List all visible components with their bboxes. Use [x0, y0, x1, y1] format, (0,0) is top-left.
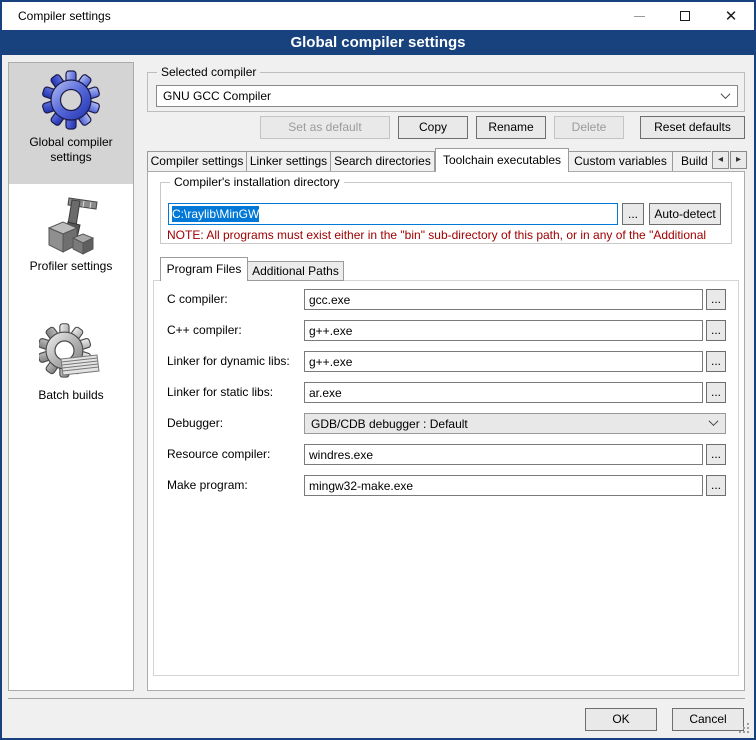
tab-scroll-right-icon: ▸: [736, 154, 741, 165]
auto-detect-button[interactable]: Auto-detect: [649, 203, 721, 225]
footer-divider: [8, 698, 745, 699]
make-program-label: Make program:: [167, 478, 248, 493]
maximize-icon: [680, 11, 690, 21]
gray-gear-stack-icon: [39, 321, 103, 385]
sidebar-item-batch-builds[interactable]: Batch builds: [9, 317, 133, 469]
tab-scroll-left-button[interactable]: ◂: [712, 151, 729, 169]
debugger-select[interactable]: GDB/CDB debugger : Default: [304, 413, 726, 434]
chevron-down-icon: [721, 89, 731, 99]
cpp-compiler-input[interactable]: [304, 320, 703, 341]
compiler-select-value: GNU GCC Compiler: [163, 86, 271, 106]
cpp-compiler-label: C++ compiler:: [167, 323, 242, 338]
copy-button[interactable]: Copy: [398, 116, 468, 139]
program-files-subtabs: Program Files Additional Paths: [160, 257, 344, 281]
linker-static-input[interactable]: [304, 382, 703, 403]
tab-toolchain-executables[interactable]: Toolchain executables: [435, 148, 569, 172]
window-title: Compiler settings: [18, 2, 111, 30]
debugger-select-value: GDB/CDB debugger : Default: [311, 414, 468, 434]
tab-scroll-right-button[interactable]: ▸: [730, 151, 747, 169]
installation-directory-label: Compiler's installation directory: [170, 175, 344, 190]
chevron-down-icon: [709, 416, 719, 426]
main-tabs: Compiler settings Linker settings Search…: [147, 148, 711, 172]
toolchain-executables-page: Compiler's installation directory C:\ray…: [147, 171, 745, 691]
installation-directory-value: C:\raylib\MinGW: [172, 206, 259, 222]
rename-button[interactable]: Rename: [476, 116, 546, 139]
selected-compiler-group-label: Selected compiler: [157, 65, 260, 80]
linker-dynamic-label: Linker for dynamic libs:: [167, 354, 290, 369]
linker-static-browse-button[interactable]: ...: [706, 382, 726, 403]
titlebar: Compiler settings ✕: [2, 2, 754, 30]
linker-dynamic-input[interactable]: [304, 351, 703, 372]
installation-note: NOTE: All programs must exist either in …: [167, 228, 723, 242]
cancel-button[interactable]: Cancel: [672, 708, 744, 731]
ok-button[interactable]: OK: [585, 708, 657, 731]
page-title: Global compiler settings: [2, 30, 754, 55]
make-program-input[interactable]: [304, 475, 703, 496]
tab-compiler-settings[interactable]: Compiler settings: [147, 151, 247, 172]
tab-scroll-left-icon: ◂: [718, 154, 723, 165]
set-as-default-button[interactable]: Set as default: [260, 116, 390, 139]
sidebar-item-global-compiler-settings[interactable]: Global compilersettings: [9, 63, 133, 184]
reset-defaults-button[interactable]: Reset defaults: [640, 116, 745, 139]
sidebar-item-label: Global compilersettings: [9, 135, 133, 165]
tab-custom-variables[interactable]: Custom variables: [569, 151, 673, 172]
tab-linker-settings[interactable]: Linker settings: [247, 151, 331, 172]
sidebar-item-label: Profiler settings: [9, 259, 133, 274]
cpp-compiler-browse-button[interactable]: ...: [706, 320, 726, 341]
subtab-program-files[interactable]: Program Files: [160, 257, 248, 281]
selected-compiler-groupbox: Selected compiler GNU GCC Compiler: [147, 72, 745, 112]
debugger-label: Debugger:: [167, 416, 223, 431]
resource-compiler-input[interactable]: [304, 444, 703, 465]
c-compiler-input[interactable]: [304, 289, 703, 310]
tab-search-directories[interactable]: Search directories: [331, 151, 435, 172]
linker-dynamic-browse-button[interactable]: ...: [706, 351, 726, 372]
minimize-icon: [634, 16, 645, 17]
installation-directory-browse-button[interactable]: ...: [622, 203, 644, 225]
subtab-additional-paths[interactable]: Additional Paths: [248, 261, 344, 281]
tab-build-options[interactable]: Build options: [673, 151, 711, 172]
c-compiler-browse-button[interactable]: ...: [706, 289, 726, 310]
compiler-settings-window: Compiler settings ✕ Global compiler sett…: [0, 0, 756, 740]
sidebar: Global compilersettings Profiler setting…: [8, 62, 134, 691]
maximize-button[interactable]: [662, 2, 708, 30]
linker-static-label: Linker for static libs:: [167, 385, 273, 400]
caliper-icon: [39, 192, 103, 256]
sidebar-item-label: Batch builds: [9, 388, 133, 403]
sidebar-item-profiler-settings[interactable]: Profiler settings: [9, 190, 133, 294]
close-button[interactable]: ✕: [708, 2, 754, 30]
blue-gear-icon: [39, 68, 103, 132]
resource-compiler-label: Resource compiler:: [167, 447, 270, 462]
delete-button[interactable]: Delete: [554, 116, 624, 139]
close-icon: ✕: [725, 9, 738, 24]
c-compiler-label: C compiler:: [167, 292, 228, 307]
installation-directory-input[interactable]: C:\raylib\MinGW: [168, 203, 618, 225]
caption-buttons: ✕: [616, 2, 754, 30]
resource-compiler-browse-button[interactable]: ...: [706, 444, 726, 465]
resize-grip-icon[interactable]: [739, 723, 741, 725]
compiler-select[interactable]: GNU GCC Compiler: [156, 85, 738, 107]
minimize-button[interactable]: [616, 2, 662, 30]
make-program-browse-button[interactable]: ...: [706, 475, 726, 496]
